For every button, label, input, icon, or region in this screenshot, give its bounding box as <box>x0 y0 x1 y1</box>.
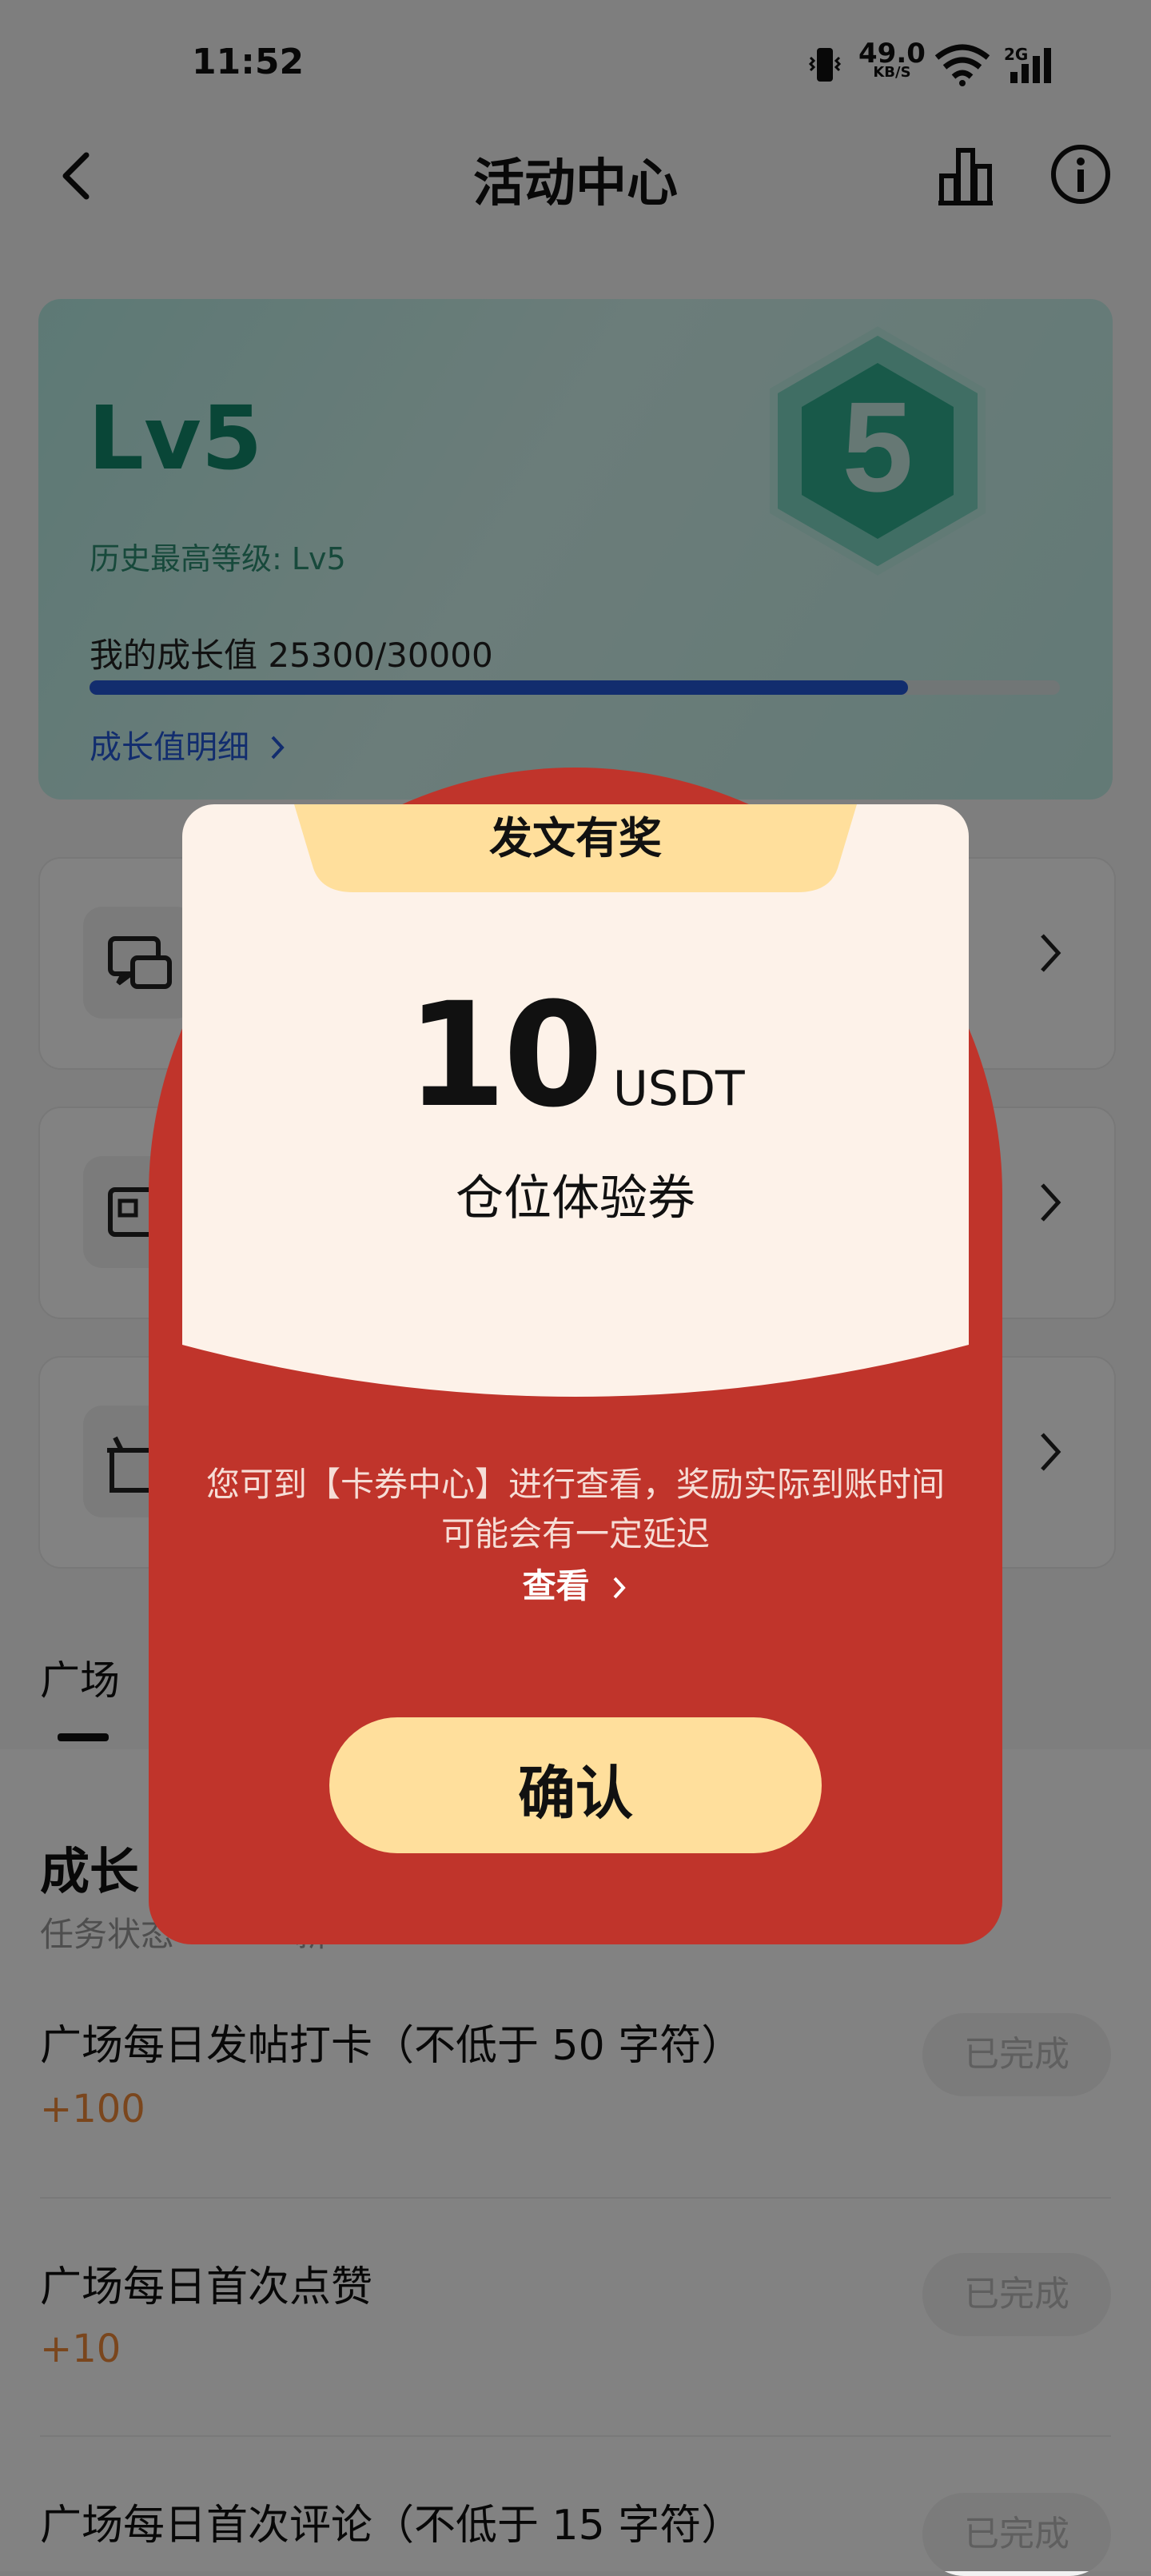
reward-info-text: 您可到【卡券中心】进行查看，奖励实际到账时间可能会有一定延迟 <box>205 1465 945 1553</box>
confirm-button[interactable]: 确认 <box>329 1717 822 1853</box>
view-link[interactable]: 查看 <box>0 1559 1151 1608</box>
amount-value: 10 <box>406 972 603 1139</box>
reward-amount: 10 USDT <box>182 972 969 1139</box>
reward-card: 发文有奖 10 USDT 仓位体验券 <box>182 804 969 1397</box>
card-curve <box>182 1265 969 1397</box>
amount-unit: USDT <box>612 1061 745 1117</box>
reward-title: 发文有奖 <box>489 813 662 863</box>
coupon-type: 仓位体验券 <box>456 1170 695 1226</box>
chevron-right-icon <box>613 1577 627 1599</box>
